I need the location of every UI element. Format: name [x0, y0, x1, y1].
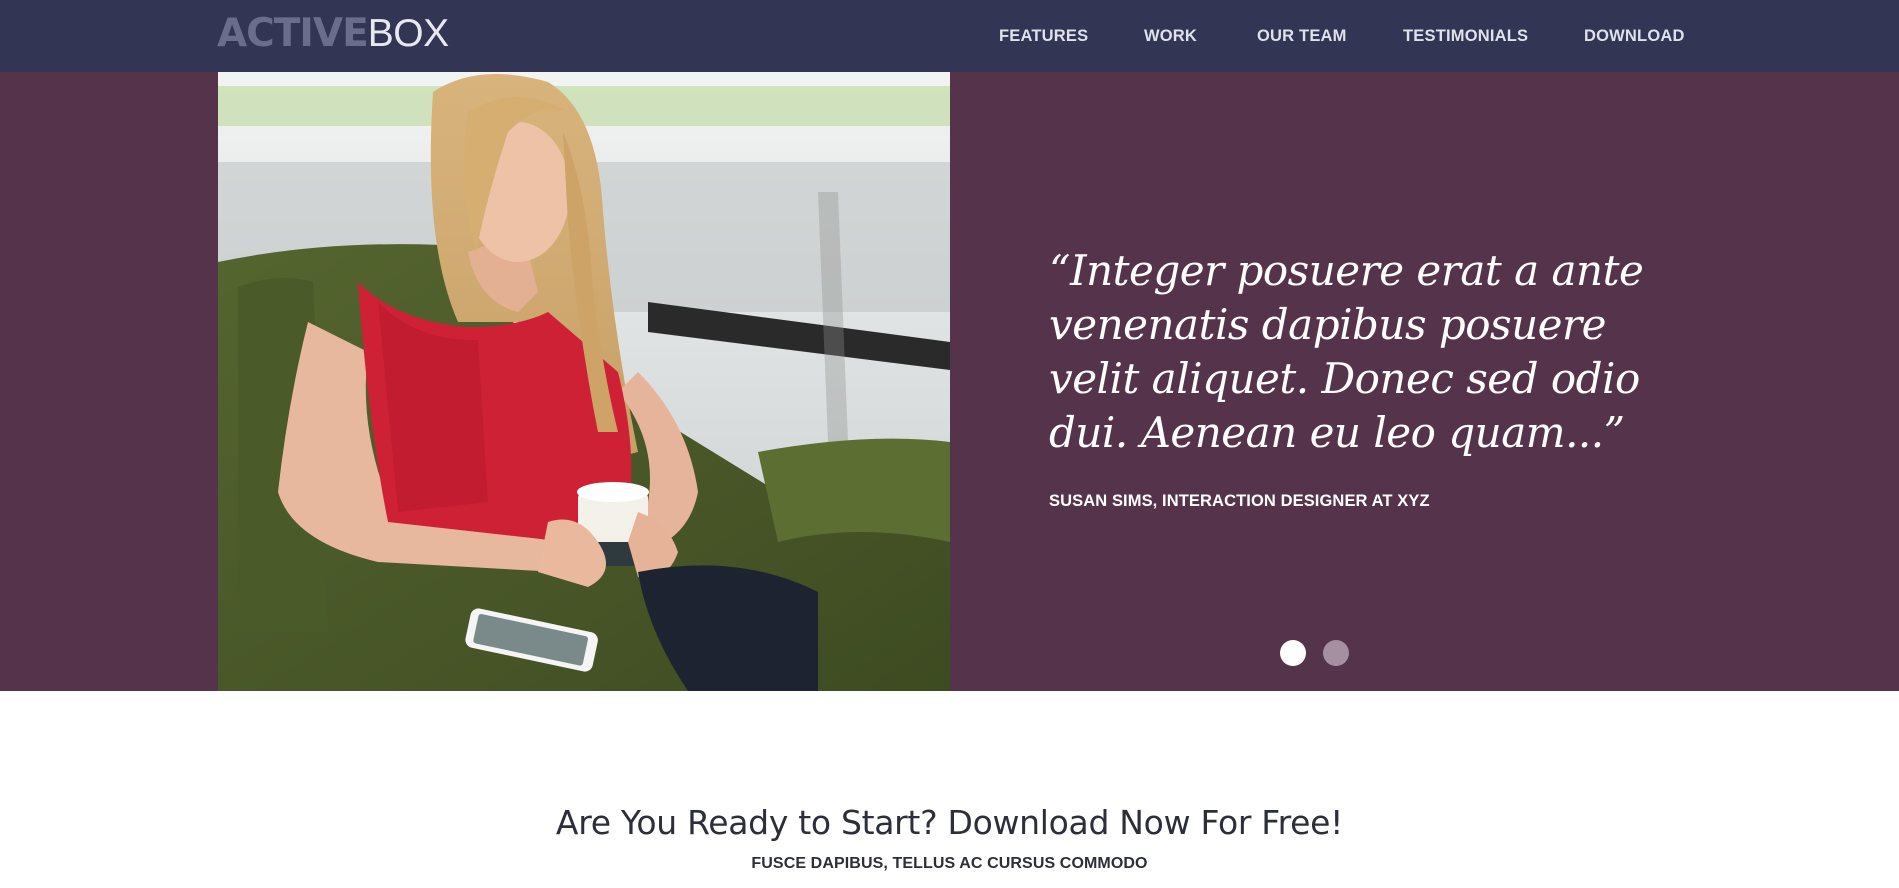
nav-our-team[interactable]: OUR TEAM: [1257, 25, 1347, 47]
download-cta-title: Are You Ready to Start? Download Now For…: [555, 803, 1344, 842]
main-nav: FEATURES WORK OUR TEAM TESTIMONIALS DOWN…: [0, 0, 1899, 72]
nav-features[interactable]: FEATURES: [999, 25, 1088, 47]
carousel-pagination: [1280, 640, 1360, 666]
download-cta-subtitle: FUSCE DAPIBUS, TELLUS AC CURSUS COMMODO: [751, 855, 1148, 872]
testimonial-author: SUSAN SIMS, INTERACTION DESIGNER AT XYZ: [1049, 492, 1430, 510]
nav-work[interactable]: WORK: [1144, 25, 1197, 47]
carousel-dot-2[interactable]: [1323, 640, 1349, 666]
carousel-dot-1-active[interactable]: [1280, 640, 1306, 666]
testimonial-section: “Integer posuere erat a ante venenatis d…: [0, 72, 1899, 691]
site-header: ACTIVEBOX FEATURES WORK OUR TEAM TESTIMO…: [0, 0, 1899, 72]
testimonial-quote: “Integer posuere erat a ante venenatis d…: [1049, 246, 1644, 457]
nav-testimonials[interactable]: TESTIMONIALS: [1403, 25, 1528, 47]
testimonial-photo: [218, 72, 950, 691]
nav-download[interactable]: DOWNLOAD: [1584, 25, 1685, 47]
